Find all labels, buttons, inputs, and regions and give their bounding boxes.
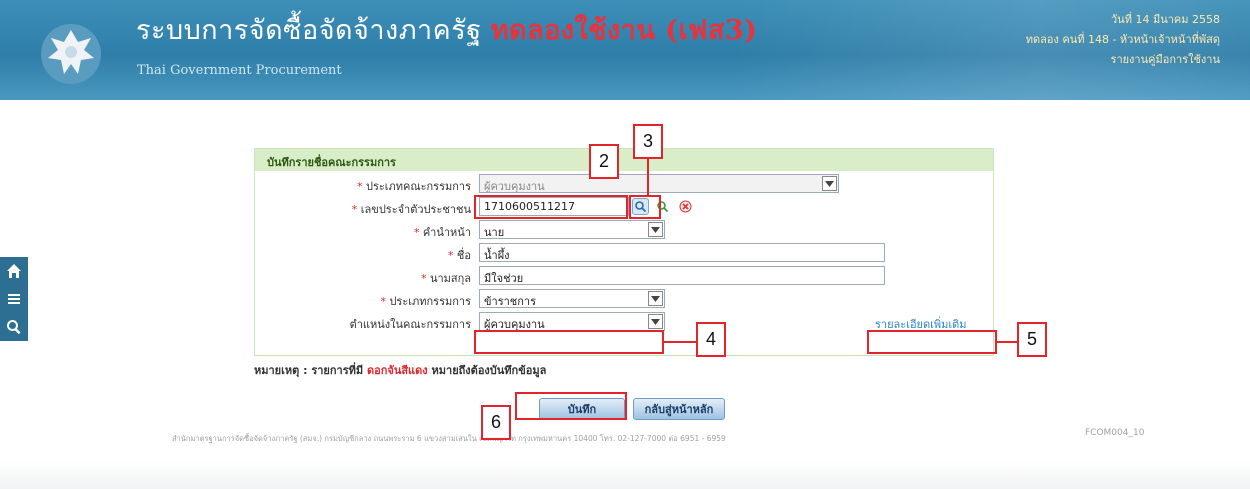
required-note: หมายเหตุ : รายการที่มี ดอกจันสีแดง หมายถ… xyxy=(254,364,547,377)
app-header: ระบบการจัดซื้อจัดจ้างภาครัฐ ทดลองใช้งาน … xyxy=(0,0,1250,100)
last-name-label: นามสกุล xyxy=(429,272,471,285)
annotation-box-3 xyxy=(629,195,661,219)
garuda-logo xyxy=(36,18,106,88)
first-name-label: ชื่อ xyxy=(456,249,471,262)
annotation-label-3: 3 xyxy=(633,124,663,159)
row-member-type: * ประเภทกรรมการ ข้าราชการ xyxy=(255,288,993,310)
title-trial: ทดลองใช้งาน (เฟส3) xyxy=(490,15,758,46)
header-user[interactable]: ทดลอง คนที่ 148 - หัวหน้าเจ้าหน้าที่พัสด… xyxy=(1026,30,1220,48)
app-subtitle: Thai Government Procurement xyxy=(137,63,342,78)
header-manual-link[interactable]: รายงานคู่มือการใช้งาน xyxy=(1111,50,1220,68)
menu-icon[interactable] xyxy=(0,285,28,313)
annotation-label-5: 5 xyxy=(1017,322,1047,357)
row-prefix: * คำนำหน้า นาย xyxy=(255,219,993,241)
title-main: ระบบการจัดซื้อจัดจ้างภาครัฐ xyxy=(136,15,482,46)
last-name-input[interactable]: มีใจช่วย xyxy=(479,266,885,285)
annotation-box-5 xyxy=(867,330,997,354)
committee-type-label: ประเภทคณะกรรมการ xyxy=(365,180,471,193)
position-label: ตำแหน่งในคณะกรรมการ xyxy=(349,318,471,331)
footer-text: สำนักมาตรฐานการจัดซื้อจัดจ้างภาครัฐ (สมจ… xyxy=(172,434,726,443)
app-title: ระบบการจัดซื้อจัดจ้างภาครัฐ ทดลองใช้งาน … xyxy=(136,8,757,51)
header-date: วันที่ 14 มีนาคม 2558 xyxy=(1111,13,1220,26)
annotation-connector-3 xyxy=(647,159,649,195)
chevron-down-icon xyxy=(648,222,663,237)
form-title: บันทึกรายชื่อคณะกรรมการ xyxy=(255,149,993,171)
prefix-select[interactable]: นาย xyxy=(479,220,665,239)
floating-sidebar xyxy=(0,257,28,341)
annotation-label-4: 4 xyxy=(696,322,726,357)
page-bottom xyxy=(0,460,1250,489)
search-icon[interactable] xyxy=(0,313,28,341)
annotation-label-2: 2 xyxy=(589,144,619,179)
row-committee-type: * ประเภทคณะกรรมการ ผู้ควบคุมงาน xyxy=(255,173,993,195)
committee-type-select[interactable]: ผู้ควบคุมงาน xyxy=(479,174,839,193)
row-first-name: * ชื่อ น้ำผึ้ง xyxy=(255,242,993,264)
chevron-down-icon xyxy=(822,176,837,191)
annotation-connector-5 xyxy=(997,341,1017,343)
chevron-down-icon xyxy=(648,291,663,306)
member-type-label: ประเภทกรรมการ xyxy=(389,295,471,308)
position-select[interactable]: ผู้ควบคุมงาน xyxy=(479,312,665,331)
annotation-connector-4 xyxy=(664,341,696,343)
back-to-main-button[interactable]: กลับสู่หน้าหลัก xyxy=(633,398,725,420)
prefix-label: คำนำหน้า xyxy=(422,226,471,239)
chevron-down-icon xyxy=(648,314,663,329)
member-type-select[interactable]: ข้าราชการ xyxy=(479,289,665,308)
citizen-id-label: เลขประจำตัวประชาชน xyxy=(360,203,471,216)
home-icon[interactable] xyxy=(0,257,28,285)
annotation-box-4 xyxy=(474,330,664,354)
page-code: FCOM004_10 xyxy=(1085,428,1145,438)
annotation-label-6: 6 xyxy=(481,405,511,440)
committee-form: บันทึกรายชื่อคณะกรรมการ * ประเภทคณะกรรมก… xyxy=(254,148,994,356)
clear-icon[interactable] xyxy=(677,198,694,215)
row-last-name: * นามสกุล มีใจช่วย xyxy=(255,265,993,287)
annotation-box-2 xyxy=(474,195,628,219)
first-name-input[interactable]: น้ำผึ้ง xyxy=(479,243,885,262)
annotation-box-6 xyxy=(515,392,627,420)
